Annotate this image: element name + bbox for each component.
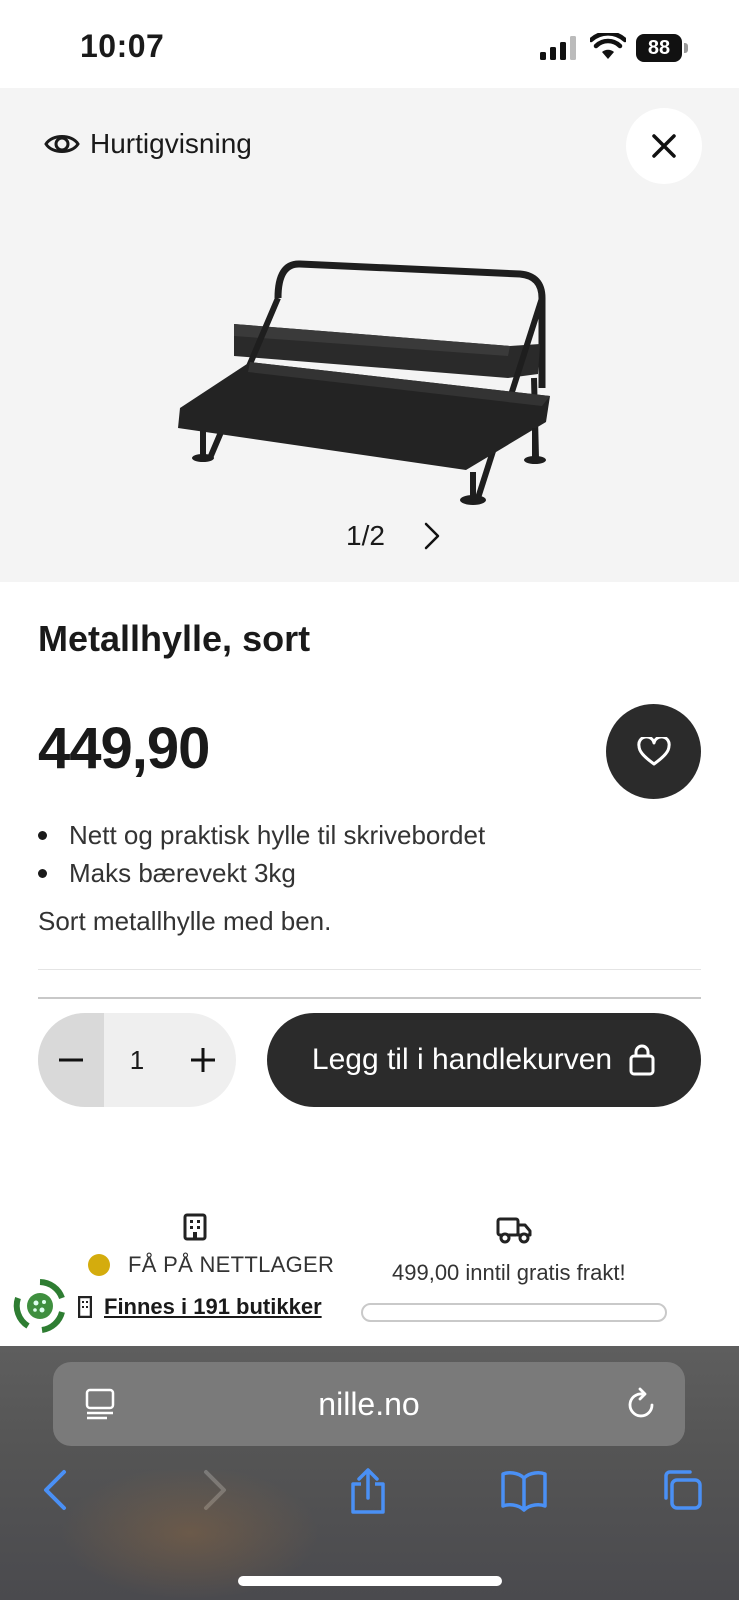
add-to-cart-button[interactable]: Legg til i handlekurven xyxy=(267,1013,701,1107)
chevron-right-icon[interactable] xyxy=(423,521,441,551)
bookmarks-icon[interactable] xyxy=(500,1468,548,1512)
home-indicator xyxy=(238,1576,502,1586)
quantity-stepper: 1 xyxy=(38,1013,236,1107)
plus-icon xyxy=(191,1048,215,1072)
product-image[interactable] xyxy=(170,258,570,518)
cellular-signal-icon xyxy=(540,36,576,60)
product-description: Sort metallhylle med ben. xyxy=(38,906,332,936)
back-icon[interactable] xyxy=(40,1468,70,1512)
store-icon xyxy=(78,1296,92,1318)
product-title: Metallhylle, sort xyxy=(38,618,311,659)
close-button[interactable] xyxy=(626,108,702,184)
stores-link[interactable]: Finnes i 191 butikker xyxy=(104,1294,322,1320)
url-text[interactable]: nille.no xyxy=(53,1362,685,1446)
free-shipping-progress xyxy=(361,1303,667,1322)
status-time: 10:07 xyxy=(80,28,165,64)
product-price: 449,90 xyxy=(38,716,210,781)
feature-item: Nett og praktisk hylle til skrivebordet xyxy=(38,816,485,854)
close-icon xyxy=(652,134,676,158)
shopping-bag-icon xyxy=(629,1044,655,1076)
share-icon[interactable] xyxy=(348,1468,388,1516)
add-to-cart-label: Legg til i handlekurven xyxy=(311,1043,613,1076)
status-bar: 10:07 88 xyxy=(0,0,739,88)
quick-view-label: Hurtigvisning xyxy=(44,128,252,160)
availability-status-dot xyxy=(88,1254,110,1276)
minus-icon xyxy=(59,1058,83,1062)
online-availability-text: FÅ PÅ NETTLAGER xyxy=(128,1252,335,1277)
forward-icon[interactable] xyxy=(200,1468,230,1512)
online-availability: FÅ PÅ NETTLAGER xyxy=(88,1252,334,1278)
favorite-button[interactable] xyxy=(606,704,701,799)
image-pager: 1/2 xyxy=(346,520,441,552)
divider xyxy=(38,997,701,999)
free-shipping-text: 499,00 inntil gratis frakt! xyxy=(392,1260,626,1285)
store-icon xyxy=(183,1213,207,1241)
decrease-quantity-button[interactable] xyxy=(38,1013,104,1107)
eco-badge-icon[interactable] xyxy=(12,1278,68,1334)
battery-level: 88 xyxy=(636,34,682,62)
tabs-icon[interactable] xyxy=(660,1468,704,1512)
truck-icon xyxy=(496,1217,532,1244)
product-features: Nett og praktisk hylle til skrivebordet … xyxy=(38,816,485,892)
increase-quantity-button[interactable] xyxy=(170,1013,236,1107)
reload-icon[interactable] xyxy=(627,1386,657,1420)
divider xyxy=(38,969,701,970)
battery-icon: 88 xyxy=(636,34,688,62)
browser-chrome: nille.no xyxy=(0,1346,739,1600)
quantity-value[interactable]: 1 xyxy=(104,1013,170,1107)
wifi-icon xyxy=(590,33,626,59)
pager-count: 1/2 xyxy=(346,520,385,551)
store-availability[interactable]: Finnes i 191 butikker xyxy=(78,1294,322,1320)
product-gallery: Hurtigvisning 1/2 xyxy=(0,88,739,582)
address-bar[interactable]: nille.no xyxy=(53,1362,685,1446)
heart-icon xyxy=(636,736,671,765)
quick-view-text: Hurtigvisning xyxy=(90,128,252,159)
feature-item: Maks bærevekt 3kg xyxy=(38,854,485,892)
eye-icon xyxy=(44,135,80,153)
